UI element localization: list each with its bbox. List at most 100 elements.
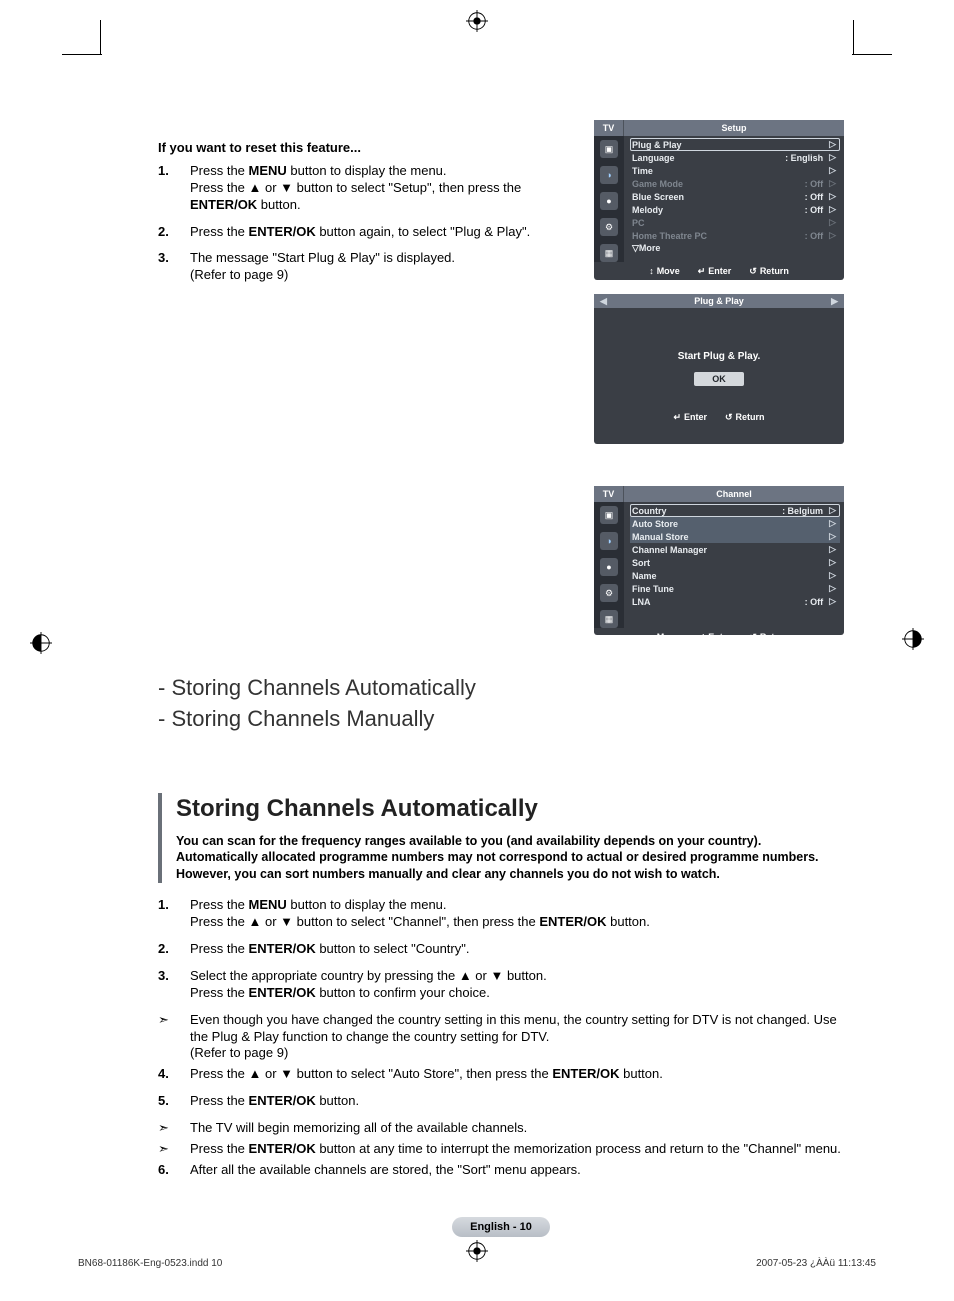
osd-row-label: LNA (632, 597, 651, 607)
instruction-step: 6.After all the available channels are s… (158, 1162, 844, 1179)
reset-step: 2.Press the ENTER/OK button again, to se… (158, 224, 568, 241)
footer-enter: Enter (698, 266, 732, 277)
osd-row: Blue Screen: Off▷ (630, 190, 840, 203)
reset-step: 1.Press the MENU button to display the m… (158, 163, 568, 214)
meta-file: BN68-01186K-Eng-0523.indd 10 (78, 1258, 222, 1269)
osd-row: ▽More (630, 242, 840, 255)
step-number: 6. (158, 1162, 169, 1179)
osd-row-label: PC (632, 218, 645, 228)
osd-row-value: : Off (805, 597, 824, 607)
chevron-right-icon: ▷ (829, 191, 836, 202)
chevron-right-icon: ▷ (829, 557, 836, 568)
osd-row: Channel Manager▷ (630, 543, 840, 556)
osd-side-icons: ▣ ◑ ● ⚙ ▦ (594, 136, 624, 262)
instruction-step: 5.Press the ENTER/OK button. (158, 1093, 844, 1110)
osd-footer: Move Enter Return (594, 628, 844, 649)
osd-row-value: : English (785, 153, 823, 163)
note-line: Even though you have changed the country… (158, 1012, 844, 1063)
osd-row-label: Country (632, 506, 667, 516)
chevron-right-icon: ▷ (829, 178, 836, 189)
footer-enter: Enter (698, 632, 732, 643)
step-text: Select the appropriate country by pressi… (190, 968, 547, 1000)
crop-mark (852, 54, 892, 55)
step-text: The message "Start Plug & Play" is displ… (190, 250, 455, 282)
chevron-left-icon: ◀ (600, 296, 607, 307)
osd-footer: Move Enter Return (594, 262, 844, 283)
osd-row-label: Name (632, 571, 657, 581)
osd-tv-tab: TV (594, 486, 624, 502)
step-text: Press the ▲ or ▼ button to select "Auto … (190, 1066, 663, 1081)
picture-icon: ▣ (600, 506, 618, 524)
osd-plugplay-screenshot: ◀ Plug & Play ▶ Start Plug & Play. OK En… (594, 294, 844, 444)
osd-setup-screenshot: TV Setup ▣ ◑ ● ⚙ ▦ Plug & Play▷Language:… (594, 120, 844, 280)
toc-list: - Storing Channels Automatically - Stori… (158, 674, 844, 733)
crop-mark (100, 20, 101, 54)
osd-row-label: ▽More (632, 243, 660, 254)
note-text: Even though you have changed the country… (190, 1012, 837, 1061)
sound-icon: ◑ (600, 166, 618, 184)
channel-icon: ● (600, 558, 618, 576)
chevron-right-icon: ▷ (829, 596, 836, 607)
footer-enter: Enter (673, 412, 707, 423)
osd-row: Auto Store▷ (630, 517, 840, 530)
chevron-right-icon: ▷ (829, 570, 836, 581)
osd-setup-list: Plug & Play▷Language: English▷Time▷Game … (624, 136, 844, 262)
osd-footer: Enter Return (594, 408, 844, 429)
osd-title: Channel (624, 486, 844, 502)
osd-row: Country: Belgium▷ (630, 504, 840, 517)
osd-row: Plug & Play ▷ (630, 138, 840, 151)
chevron-right-icon: ▷ (829, 518, 836, 529)
osd-row-label: Time (632, 166, 653, 176)
chevron-right-icon: ▷ (829, 531, 836, 542)
osd-row: Sort ▷ (630, 556, 840, 569)
chevron-right-icon: ▷ (829, 139, 836, 150)
footer-move: Move (649, 632, 680, 643)
osd-ok-button: OK (694, 372, 744, 386)
section-title: Storing Channels Automatically (176, 793, 844, 824)
instruction-step: 1.Press the MENU button to display the m… (158, 897, 844, 931)
osd-row-label: Blue Screen (632, 192, 684, 202)
registration-mark-icon (902, 628, 924, 650)
section-intro: You can scan for the frequency ranges av… (176, 833, 844, 884)
step-number: 2. (158, 941, 169, 958)
chevron-right-icon: ▷ (829, 165, 836, 176)
step-number: 1. (158, 897, 169, 914)
osd-row-label: Manual Store (632, 532, 689, 542)
channel-icon: ● (600, 192, 618, 210)
input-icon: ▦ (600, 610, 618, 628)
footer-move: Move (649, 266, 680, 277)
step-text: Press the ENTER/OK button again, to sele… (190, 224, 530, 239)
page-number-pill: English - 10 (452, 1217, 550, 1237)
registration-mark-icon (30, 632, 52, 654)
step-text: Press the ENTER/OK button to select "Cou… (190, 941, 469, 956)
document-meta: BN68-01186K-Eng-0523.indd 10 2007-05-23 … (78, 1258, 876, 1269)
osd-title: ◀ Plug & Play ▶ (594, 294, 844, 308)
osd-title: Setup (624, 120, 844, 136)
sound-icon: ◑ (600, 532, 618, 550)
step-number: 3. (158, 968, 169, 985)
chevron-right-icon: ▶ (831, 296, 838, 307)
chevron-right-icon: ▷ (829, 230, 836, 241)
osd-row: Fine Tune▷ (630, 582, 840, 595)
osd-row-label: Sort (632, 558, 650, 568)
chevron-right-icon: ▷ (829, 217, 836, 228)
osd-row-label: Home Theatre PC (632, 231, 707, 241)
osd-row-label: Channel Manager (632, 545, 707, 555)
chevron-right-icon: ▷ (829, 505, 836, 516)
toc-item: - Storing Channels Automatically (158, 674, 844, 703)
chevron-right-icon: ▷ (829, 204, 836, 215)
picture-icon: ▣ (600, 140, 618, 158)
step-number: 3. (158, 250, 169, 267)
osd-row: Game Mode: Off▷ (630, 177, 840, 190)
setup-icon: ⚙ (600, 218, 618, 236)
step-number: 1. (158, 163, 169, 180)
toc-item: - Storing Channels Manually (158, 705, 844, 734)
osd-row: PC ▷ (630, 216, 840, 229)
note-text: Press the ENTER/OK button at any time to… (190, 1141, 841, 1156)
osd-row-label: Fine Tune (632, 584, 674, 594)
crop-mark (62, 54, 102, 55)
instruction-step: 4.Press the ▲ or ▼ button to select "Aut… (158, 1066, 844, 1083)
osd-row-label: Plug & Play (632, 140, 682, 150)
step-number: 5. (158, 1093, 169, 1110)
osd-row-label: Game Mode (632, 179, 683, 189)
